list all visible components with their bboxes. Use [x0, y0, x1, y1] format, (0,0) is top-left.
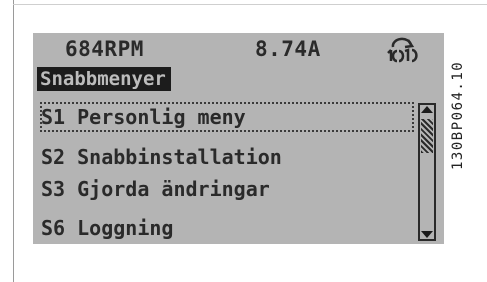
motor-current-readout: 8.74A — [255, 37, 321, 61]
lcd-display: 684RPM 8.74A Snabbmenyer S1 Personlig me… — [33, 33, 444, 244]
menu-item-s2-quick-setup[interactable]: S2 Snabbinstallation — [41, 143, 413, 171]
status-line: 684RPM 8.74A — [33, 33, 444, 65]
motor-speed-readout: 684RPM — [65, 37, 144, 61]
scroll-up-arrow-icon[interactable] — [421, 106, 433, 113]
frame-top-border — [13, 4, 487, 5]
menu-title: Snabbmenyer — [37, 67, 171, 91]
menu-item-s6-logging[interactable]: S6 Loggning — [41, 214, 413, 242]
figure-code-label: 130BP064.10 — [450, 60, 466, 170]
menu-item-s3-changes-made[interactable]: S3 Gjorda ändringar — [41, 175, 413, 203]
menu-scrollbar[interactable] — [418, 103, 436, 241]
active-setup-icon — [387, 37, 418, 63]
frame-left-border — [13, 0, 14, 282]
scrollbar-thumb[interactable] — [421, 119, 433, 153]
scroll-down-arrow-icon[interactable] — [421, 231, 433, 238]
menu-item-s1-personal-menu[interactable]: S1 Personlig meny — [40, 102, 414, 132]
